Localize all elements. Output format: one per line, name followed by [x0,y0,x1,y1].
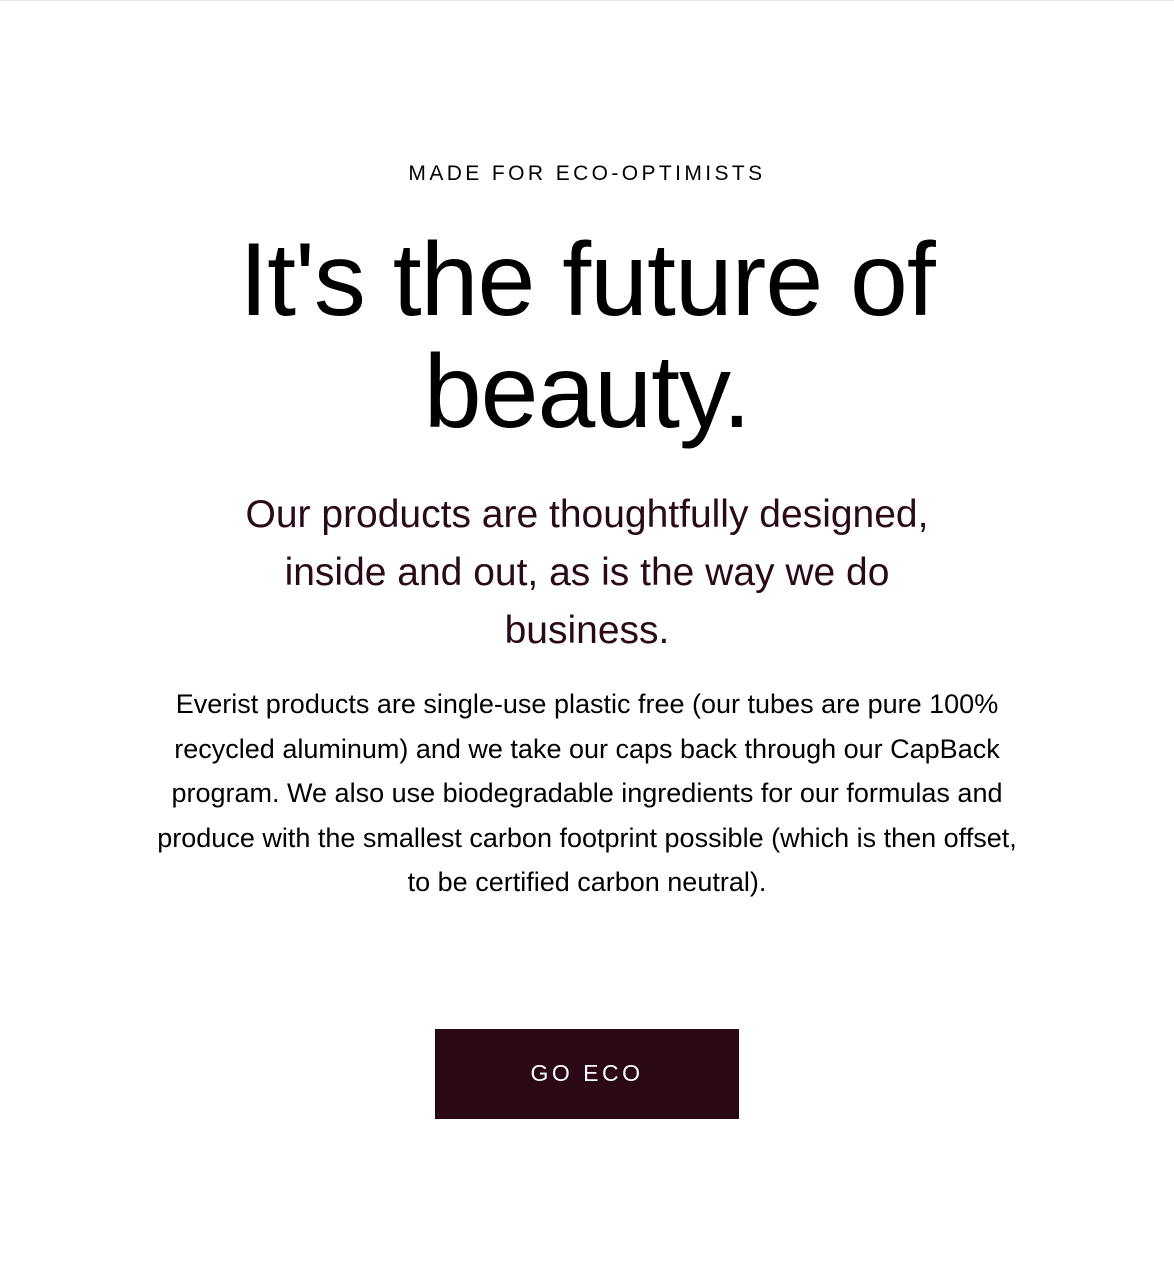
go-eco-button[interactable]: GO ECO [435,1028,739,1119]
eco-hero-section: MADE FOR ECO-OPTIMISTS It's the future o… [0,0,1174,1272]
hero-body-text: Everist products are single-use plastic … [157,689,1017,897]
hero-headline: It's the future of beauty. [239,222,936,450]
hero-subhead: Our products are thoughtfully designed, … [245,493,929,652]
eyebrow-label: MADE FOR ECO-OPTIMISTS [408,162,766,185]
